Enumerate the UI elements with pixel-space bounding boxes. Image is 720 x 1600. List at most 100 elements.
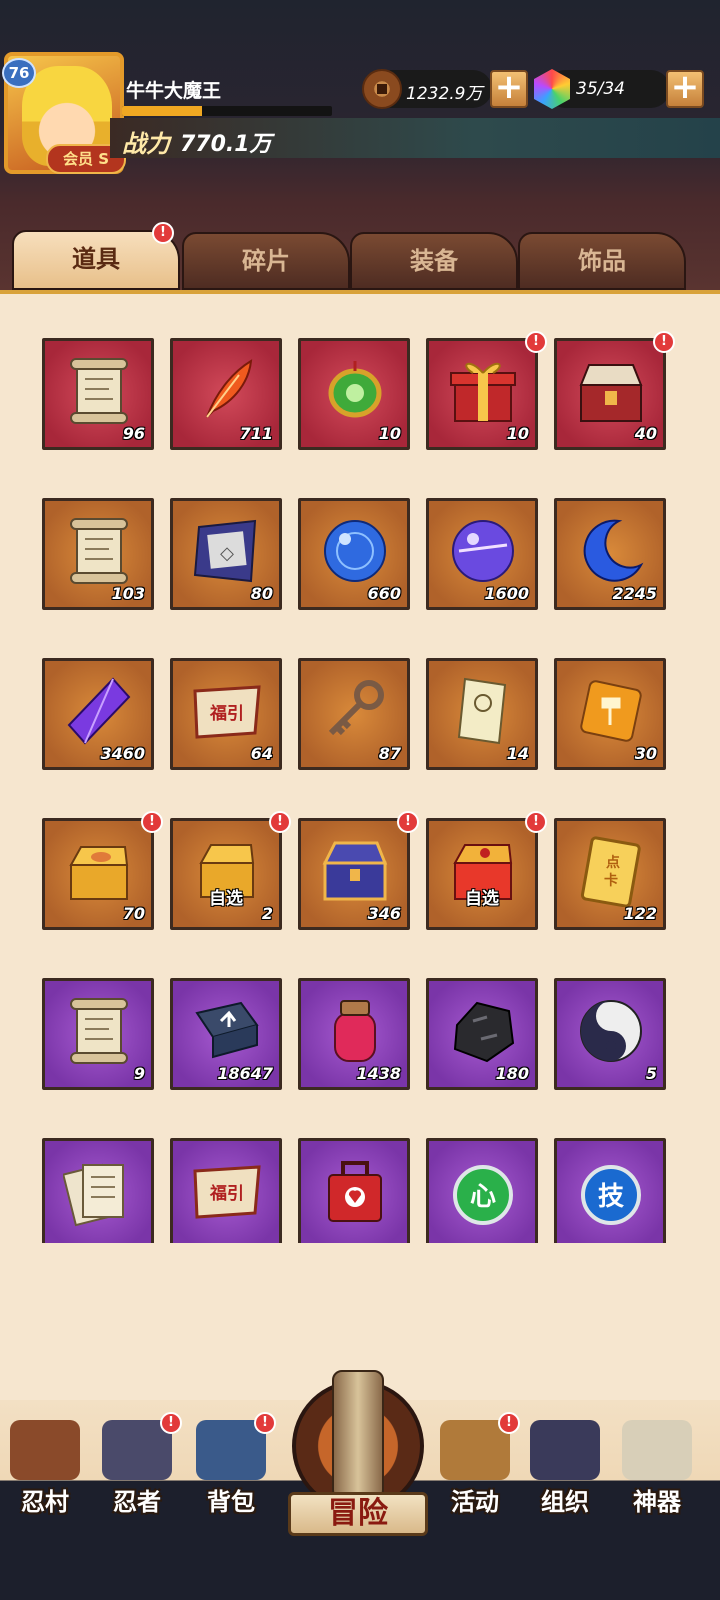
svg-text:卡: 卡 [604,872,618,889]
scroll-icon [63,995,135,1067]
nav-label: 活动 [451,1488,499,1516]
inventory-item[interactable]: 1438 [298,978,410,1090]
inventory-item[interactable]: 9 [42,978,154,1090]
exp-bar [122,106,332,116]
tab-label: 碎片 [242,247,290,275]
inventory-item[interactable]: 14 [426,658,538,770]
adventure-label: 冒险 [288,1492,428,1536]
inventory-item[interactable]: 技 [554,1138,666,1243]
add-coins-button[interactable]: + [490,70,528,108]
item-count: 103 [111,584,145,603]
scroll-icon [332,1370,384,1500]
item-count: 660 [367,584,401,603]
inventory-item[interactable]: 3460 [42,658,154,770]
inventory-item[interactable]: 2245 [554,498,666,610]
vip-rank: S [98,150,110,168]
nav-item-3[interactable]: 活动! [430,1412,520,1530]
item-count: 30 [634,744,657,763]
inventory-item[interactable] [298,1138,410,1243]
item-count: 1600 [484,584,529,603]
alert-icon: ! [254,1412,276,1434]
power-label: 战力 [122,130,170,158]
svg-text:福引: 福引 [209,1183,244,1204]
alert-icon: ! [498,1412,520,1434]
tab-equipment[interactable]: 装备 [350,232,518,290]
paper-talisman-icon [447,675,519,747]
alert-icon: ! [653,331,675,353]
cloth-banner-icon: ◇ [191,515,263,587]
inventory-item[interactable]: 心 [426,1138,538,1243]
item-count: 14 [506,744,529,763]
item-count: 9 [133,1064,145,1083]
treasure-chest-icon [575,355,647,427]
inventory-item[interactable]: 18647 [170,978,282,1090]
item-count: 64 [250,744,273,763]
item-count: 122 [623,904,657,923]
alert-icon: ! [160,1412,182,1434]
nav-item-5[interactable]: 神器 [612,1420,702,1530]
svg-text:心: 心 [470,1182,496,1212]
inventory-item[interactable]: 10 [298,338,410,450]
inventory-item[interactable]: 30 [554,658,666,770]
inventory-item[interactable]: 40! [554,331,675,450]
inventory-item[interactable]: 96 [42,338,154,450]
point-card-icon: 点卡 [575,835,647,908]
item-grid: 96 711 10 10! 40! 103 ◇ 80 660 1600 2245 3460 福引 64 87… [0,290,720,1243]
feather-icon [191,355,263,427]
inventory-item[interactable]: 10! [426,331,547,450]
inventory-item[interactable]: 70! [42,811,163,930]
nav-label: 忍村 [21,1488,69,1516]
add-gems-button[interactable]: + [666,70,704,108]
alert-icon: ! [525,331,547,353]
vip-label: 会员 [62,150,93,168]
scroll-icon [63,515,135,587]
tab-fragments[interactable]: 碎片 [182,232,350,290]
inventory-item[interactable]: 5 [554,978,666,1090]
inventory-item[interactable]: 346! [298,811,419,930]
inventory-item[interactable]: 点卡 122 [554,818,666,930]
inventory-item[interactable] [42,1138,154,1243]
item-count: 80 [250,584,273,603]
tab-accessories[interactable]: 饰品 [518,232,686,290]
alert-icon: ! [152,222,174,244]
inventory-item[interactable]: 自选! [426,811,547,930]
inventory-item[interactable]: 660 [298,498,410,610]
group-icon [530,1420,600,1480]
item-count: 3460 [100,744,145,763]
inventory-item[interactable]: 103 [42,498,154,610]
nav-item-0[interactable]: 忍村 [0,1420,90,1530]
alert-icon: ! [141,811,163,833]
artifact-scroll-icon [622,1420,692,1480]
village-gate-icon [10,1420,80,1480]
tab-label: 道具 [72,245,120,273]
nav-item-4[interactable]: 组织 [520,1420,610,1530]
blue-orb-icon [319,515,391,587]
svg-text:福引: 福引 [209,703,244,724]
fortune-ticket-icon: 福引 [191,1155,263,1227]
inventory-item[interactable]: ◇ 80 [170,498,282,610]
alert-icon: ! [525,811,547,833]
scroll-icon [63,355,135,427]
inventory-item[interactable]: 福引 [170,1138,282,1243]
inventory-item[interactable]: 1600 [426,498,538,610]
adventure-button[interactable]: 冒险 [288,1370,428,1540]
jade-pendant-icon [319,355,391,427]
exp-bar-fill [122,106,202,116]
svg-text:◇: ◇ [220,543,234,564]
inventory-item[interactable]: 180 [426,978,538,1090]
nav-item-2[interactable]: 背包! [186,1412,276,1530]
player-name: 牛牛大魔王 [126,80,222,102]
nav-label: 神器 [633,1488,681,1516]
blue-chest-icon [319,835,391,907]
inventory-item[interactable]: 711 [170,338,282,450]
key-icon [319,675,391,747]
item-count: 2 [261,904,273,923]
nav-item-1[interactable]: 忍者! [92,1412,182,1530]
fortune-ticket-icon: 福引 [191,675,263,747]
inventory-item[interactable]: 87 [298,658,410,770]
purple-orb-icon [447,515,519,587]
inventory-item[interactable]: 福引 64 [170,658,282,770]
inventory-item[interactable]: 自选 2! [170,811,291,930]
gold-box-icon [63,835,135,907]
blue-skill-orb-icon: 技 [575,1155,647,1227]
